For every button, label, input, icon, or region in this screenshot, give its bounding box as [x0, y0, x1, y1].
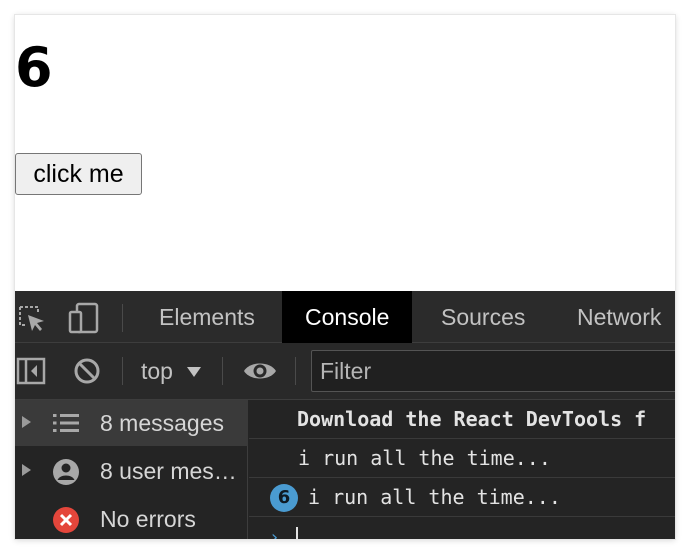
context-dropdown-arrow-icon[interactable]: [187, 367, 201, 377]
tab-elements[interactable]: Elements: [136, 291, 278, 343]
tab-network[interactable]: Network: [554, 291, 675, 343]
devtools-tab-bar: Elements Console Sources Network: [15, 291, 675, 343]
console-message-text: i run all the time...: [308, 485, 561, 509]
repeat-count-badge: 6: [270, 484, 298, 512]
tab-sources[interactable]: Sources: [418, 291, 548, 343]
console-message: Download the React DevTools f: [249, 400, 675, 439]
sidebar-item-label: 8 messages: [100, 410, 225, 436]
toolbar-divider: [222, 357, 223, 385]
live-expression-eye-icon[interactable]: [242, 356, 278, 391]
console-sidebar: 8 messages 8 user mes… No errors: [15, 400, 248, 539]
console-toolbar: top: [15, 343, 675, 400]
console-messages: Download the React DevTools f i run all …: [249, 400, 675, 539]
prompt-chevron-icon: ›: [269, 527, 280, 539]
console-prompt[interactable]: ›: [249, 517, 675, 539]
console-message: i run all the time...: [249, 439, 675, 478]
click-me-button[interactable]: click me: [15, 153, 142, 195]
sidebar-toggle-icon[interactable]: [16, 356, 46, 391]
sidebar-item-messages[interactable]: 8 messages: [15, 400, 248, 446]
toolbar-divider: [122, 357, 123, 385]
browser-viewport: 6 click me Elements Console Sources Netw…: [15, 15, 675, 539]
page-content: 6 click me: [15, 15, 675, 291]
console-message: 6 i run all the time...: [249, 478, 675, 517]
text-caret: [296, 527, 298, 539]
tab-console[interactable]: Console: [282, 291, 413, 343]
list-icon: [52, 411, 80, 440]
sidebar-item-errors[interactable]: No errors: [15, 496, 248, 539]
context-selector[interactable]: top: [141, 343, 173, 400]
expand-arrow-icon[interactable]: [22, 416, 31, 428]
expand-arrow-icon[interactable]: [22, 464, 31, 476]
error-icon: [52, 506, 80, 539]
counter-value: 6: [15, 36, 53, 99]
inspect-element-icon[interactable]: [17, 304, 47, 339]
devtools-panel: Elements Console Sources Network top Fil…: [15, 291, 675, 539]
sidebar-item-label: 8 user mes…: [100, 458, 237, 484]
sidebar-item-label: No errors: [100, 506, 196, 532]
toolbar-divider: [122, 304, 123, 332]
device-toolbar-icon[interactable]: [68, 302, 100, 339]
sidebar-item-user-messages[interactable]: 8 user mes…: [15, 448, 248, 494]
user-icon: [52, 458, 80, 491]
console-message-text: i run all the time...: [298, 446, 551, 470]
console-filter-input[interactable]: [311, 350, 675, 392]
toolbar-divider: [295, 357, 296, 385]
clear-console-icon[interactable]: [72, 356, 102, 391]
console-message-text: Download the React DevTools f: [297, 407, 647, 431]
